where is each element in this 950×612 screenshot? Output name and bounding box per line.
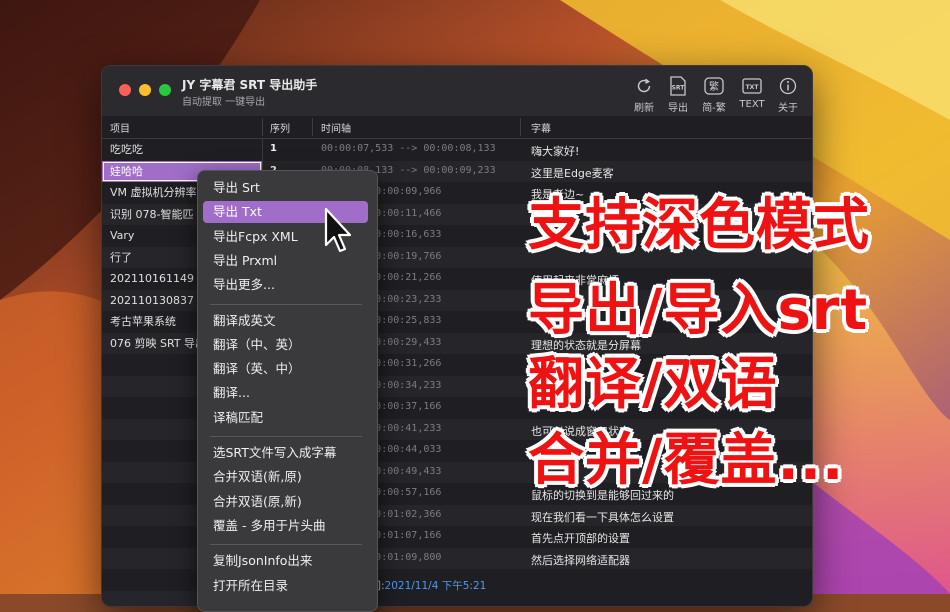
promo-line-3: 翻译/双语 bbox=[528, 352, 778, 417]
column-divider bbox=[312, 118, 313, 136]
close-window-button[interactable] bbox=[119, 84, 131, 96]
subtitle-index: 1 bbox=[270, 143, 277, 154]
context-menu-item[interactable]: 翻译（英、中） bbox=[203, 358, 368, 380]
status-timestamp: 2021/11/4 下午5:21 bbox=[384, 580, 487, 592]
simplified-traditional-label: 简-繁 bbox=[702, 103, 726, 114]
column-divider bbox=[520, 118, 521, 136]
column-header-project[interactable]: 项目 bbox=[110, 120, 130, 135]
traditional-chinese-icon: 繁 bbox=[694, 76, 734, 96]
mouse-pointer-icon bbox=[324, 207, 352, 253]
project-list-item[interactable]: 吃吃吃 bbox=[102, 139, 262, 161]
column-header-subtitle[interactable]: 字幕 bbox=[531, 120, 551, 135]
context-menu-item[interactable]: 覆盖 - 多用于片头曲 bbox=[203, 515, 368, 537]
subtitle-text: 这里是Edge麦客 bbox=[531, 166, 614, 180]
context-menu-item[interactable]: 打开所在目录 bbox=[203, 575, 368, 597]
context-menu-item[interactable]: 译稿匹配 bbox=[203, 407, 368, 429]
context-menu-item[interactable]: 合并双语(原,新) bbox=[203, 491, 368, 513]
simplified-traditional-button[interactable]: 繁 简-繁 bbox=[694, 76, 734, 114]
menu-separator bbox=[210, 436, 362, 437]
menu-separator bbox=[210, 544, 362, 546]
column-divider bbox=[262, 118, 263, 136]
app-subtitle: 自动提取 一键导出 bbox=[182, 97, 266, 108]
text-label: TEXT bbox=[739, 99, 765, 110]
promo-line-2: 导出/导入srt bbox=[528, 278, 869, 343]
text-file-icon: TXT bbox=[732, 76, 772, 96]
subtitle-timecode: 00:00:07,533 --> 00:00:08,133 bbox=[321, 143, 496, 154]
txt-glyph: TXT bbox=[746, 84, 760, 91]
context-menu-item[interactable]: 翻译... bbox=[203, 382, 368, 404]
srt-glyph: SRT bbox=[672, 85, 686, 92]
subtitle-text: 现在我们看一下具体怎么设置 bbox=[531, 510, 674, 524]
subtitle-text: 首先点开顶部的设置 bbox=[531, 532, 630, 545]
text-button[interactable]: TXT TEXT bbox=[732, 76, 772, 110]
export-button[interactable]: SRT 导出 bbox=[658, 76, 698, 114]
context-menu-item[interactable]: 复制JsonInfo出来 bbox=[203, 550, 368, 572]
srt-file-icon: SRT bbox=[658, 76, 698, 96]
context-menu-item[interactable]: 选SRT文件写入成字幕 bbox=[203, 442, 368, 464]
promo-line-4: 合并/覆盖... bbox=[528, 428, 845, 493]
export-label: 导出 bbox=[668, 103, 688, 114]
traditional-glyph: 繁 bbox=[709, 80, 719, 93]
column-header-row: 项目 序列 时间轴 字幕 bbox=[102, 116, 812, 139]
about-label: 关于 bbox=[778, 103, 798, 114]
column-header-timeline[interactable]: 时间轴 bbox=[321, 120, 351, 135]
status-bar: 时间:2021/11/4 下午5:21 bbox=[360, 578, 486, 593]
subtitle-text: 然后选择网络适配器 bbox=[531, 553, 630, 567]
subtitle-row[interactable]: 1 00:00:07,533 --> 00:00:08,133 嗨大家好! bbox=[263, 139, 812, 161]
promo-line-1: 支持深色模式 bbox=[528, 193, 870, 258]
app-title: JY 字幕君 SRT 导出助手 bbox=[182, 78, 318, 92]
menu-separator bbox=[210, 303, 362, 305]
zoom-window-button[interactable] bbox=[159, 84, 171, 96]
context-menu-item[interactable]: 翻译（中、英） bbox=[203, 334, 368, 356]
context-menu-item[interactable]: 合并双语(新,原) bbox=[203, 466, 368, 488]
context-menu-item[interactable]: 导出 Srt bbox=[203, 177, 368, 199]
context-menu-item[interactable]: 翻译成英文 bbox=[203, 310, 368, 332]
title-bar: JY 字幕君 SRT 导出助手 自动提取 一键导出 刷新 SRT 导出 繁 简-… bbox=[102, 66, 812, 117]
subtitle-text: 嗨大家好! bbox=[531, 145, 580, 158]
minimize-window-button[interactable] bbox=[139, 84, 151, 96]
context-menu-item[interactable]: 导出更多... bbox=[203, 274, 368, 296]
about-button[interactable]: 关于 bbox=[768, 76, 808, 114]
column-header-index[interactable]: 序列 bbox=[270, 120, 290, 135]
info-icon bbox=[768, 76, 808, 96]
